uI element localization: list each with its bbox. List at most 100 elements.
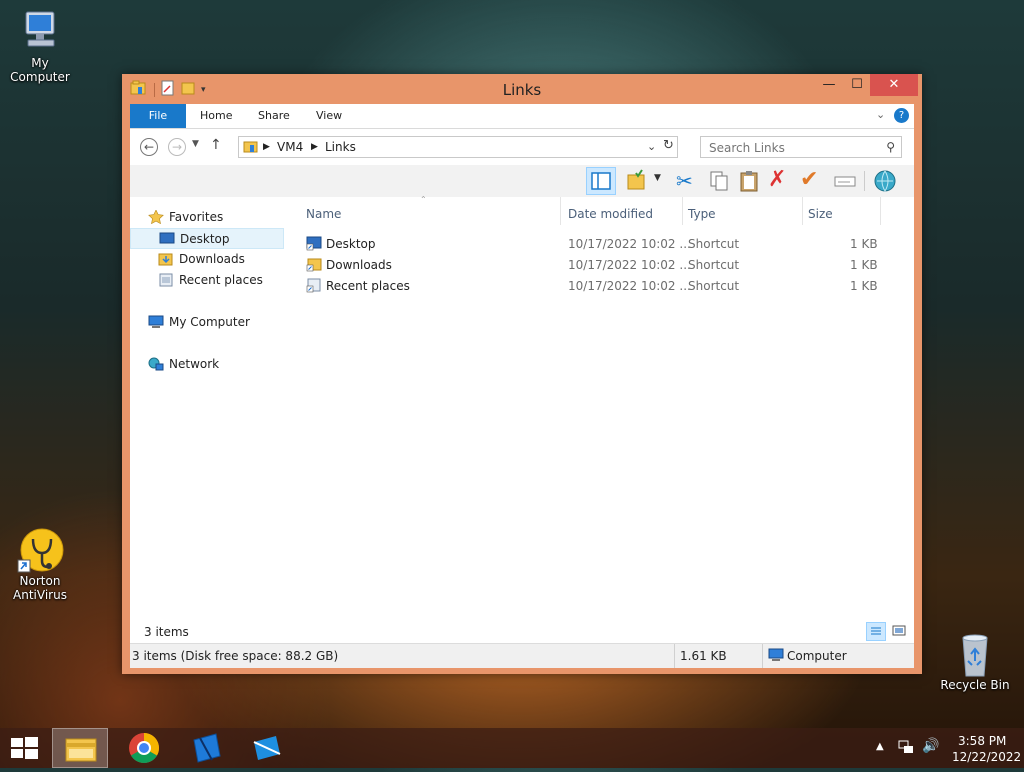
file-explorer-icon bbox=[65, 738, 97, 762]
taskbar-roblox-studio[interactable] bbox=[178, 728, 234, 768]
nav-network[interactable]: Network bbox=[148, 354, 219, 374]
ribbon-tabs: File Home Share View ⌄ ? bbox=[130, 104, 914, 129]
column-header-date[interactable]: Date modified bbox=[568, 203, 653, 225]
delete-x-icon: ✗ bbox=[768, 167, 787, 192]
scissors-icon: ✂ bbox=[676, 169, 693, 193]
system-tray: ▲ 🔊 3:58 PM 12/22/2022 bbox=[870, 728, 1024, 768]
rename-button[interactable]: ✔ bbox=[800, 169, 826, 193]
maximize-button[interactable]: ☐ bbox=[842, 74, 872, 96]
breadcrumb-links[interactable]: Links bbox=[325, 140, 356, 154]
nav-desktop[interactable]: Desktop bbox=[130, 228, 284, 249]
address-dropdown-chevron-icon[interactable]: ⌄ bbox=[647, 140, 656, 153]
file-date: 10/17/2022 10:02 ... bbox=[568, 237, 691, 251]
title-bar[interactable]: ▾ Links — ☐ ✕ bbox=[122, 74, 922, 104]
desktop-icon-label: Norton AntiVirus bbox=[13, 574, 67, 602]
breadcrumb-separator-icon[interactable]: ▶ bbox=[311, 142, 318, 152]
nav-favorites[interactable]: Favorites bbox=[148, 207, 223, 227]
network-status-icon[interactable] bbox=[898, 740, 914, 757]
command-toolbar: ▼ ✂ ✗ ✔ bbox=[130, 165, 914, 198]
start-button[interactable] bbox=[0, 728, 48, 768]
nav-downloads-label: Downloads bbox=[179, 252, 245, 266]
status-computer-icon bbox=[768, 648, 784, 665]
table-row[interactable]: Recent places 10/17/2022 10:02 ... Short… bbox=[300, 276, 890, 297]
windows-logo-icon bbox=[11, 737, 38, 759]
item-count-bar: 3 items bbox=[130, 621, 914, 643]
column-header-type[interactable]: Type bbox=[688, 203, 716, 225]
taskbar-file-explorer[interactable] bbox=[52, 728, 108, 768]
minimize-button[interactable]: — bbox=[814, 74, 844, 96]
address-bar-row: ← → ▼ ↑ ▶ VM4 ▶ Links ⌄ ↻ ⚲ bbox=[130, 129, 914, 165]
nav-my-computer[interactable]: My Computer bbox=[148, 312, 250, 332]
show-hidden-icons-chevron-icon[interactable]: ▲ bbox=[876, 741, 884, 752]
recent-locations-chevron-icon[interactable]: ▼ bbox=[192, 139, 199, 149]
nav-favorites-label: Favorites bbox=[169, 210, 224, 224]
nav-recent-places[interactable]: Recent places bbox=[158, 270, 263, 290]
forward-button[interactable]: → bbox=[168, 138, 186, 156]
file-size: 1 KB bbox=[850, 279, 878, 293]
copy-icon bbox=[710, 171, 728, 191]
computer-icon bbox=[16, 10, 64, 54]
location-folder-icon bbox=[243, 139, 259, 157]
clock-date[interactable]: 12/22/2022 bbox=[952, 750, 1021, 764]
clock-time[interactable]: 3:58 PM bbox=[958, 734, 1006, 748]
column-header-size[interactable]: Size bbox=[808, 203, 833, 225]
search-input[interactable] bbox=[707, 140, 881, 156]
table-row[interactable]: Downloads 10/17/2022 10:02 ... Shortcut … bbox=[300, 255, 890, 276]
nav-downloads[interactable]: Downloads bbox=[158, 249, 245, 269]
file-type: Shortcut bbox=[688, 237, 740, 251]
address-input[interactable]: ▶ VM4 ▶ Links ⌄ ↻ bbox=[238, 136, 678, 158]
nav-computer-label: My Computer bbox=[169, 315, 250, 329]
tab-view[interactable]: View bbox=[302, 104, 356, 128]
help-icon[interactable]: ? bbox=[894, 108, 909, 123]
file-name: Desktop bbox=[326, 237, 376, 251]
status-location: Computer bbox=[787, 649, 847, 663]
tab-home[interactable]: Home bbox=[186, 104, 246, 128]
up-arrow-icon: ↑ bbox=[210, 137, 222, 153]
clipboard-icon bbox=[740, 171, 758, 192]
status-size: 1.61 KB bbox=[680, 649, 727, 663]
globe-icon bbox=[874, 170, 896, 192]
tab-share[interactable]: Share bbox=[244, 104, 304, 128]
delete-button[interactable]: ✗ bbox=[768, 169, 794, 193]
search-icon[interactable]: ⚲ bbox=[886, 140, 895, 154]
item-count: 3 items bbox=[144, 625, 189, 639]
taskbar-roblox[interactable] bbox=[238, 728, 294, 768]
select-button[interactable] bbox=[832, 169, 858, 193]
navigation-pane: Favorites Desktop Downloads Recent place… bbox=[130, 197, 290, 643]
open-folder-button[interactable] bbox=[624, 169, 650, 193]
column-header-name[interactable]: Name bbox=[306, 203, 341, 225]
paste-button[interactable] bbox=[736, 169, 762, 193]
file-date: 10/17/2022 10:02 ... bbox=[568, 279, 691, 293]
desktop-icon-my-computer[interactable]: My Computer bbox=[0, 10, 80, 84]
back-button[interactable]: ← bbox=[140, 138, 158, 156]
large-icons-view-button[interactable] bbox=[890, 622, 910, 641]
roblox-icon bbox=[253, 736, 281, 760]
up-button[interactable]: ↑ bbox=[210, 137, 222, 153]
view-options-chevron-icon[interactable]: ▼ bbox=[654, 173, 661, 183]
volume-icon[interactable]: 🔊 bbox=[922, 738, 939, 754]
taskbar-chrome[interactable] bbox=[116, 728, 172, 768]
file-name: Downloads bbox=[326, 258, 392, 272]
cut-button[interactable]: ✂ bbox=[676, 169, 702, 193]
status-bar: 3 items (Disk free space: 88.2 GB) 1.61 … bbox=[130, 643, 914, 668]
details-view-button[interactable] bbox=[866, 622, 886, 641]
desktop-shortcut-icon bbox=[306, 236, 322, 251]
desktop-icon-norton[interactable]: Norton AntiVirus bbox=[0, 528, 80, 602]
star-icon bbox=[148, 208, 164, 224]
desktop-icon-recycle-bin[interactable]: Recycle Bin bbox=[935, 632, 1015, 692]
close-button[interactable]: ✕ bbox=[870, 74, 918, 96]
refresh-icon[interactable]: ↻ bbox=[663, 138, 674, 153]
breadcrumb-vm4[interactable]: VM4 bbox=[277, 140, 303, 154]
breadcrumb-separator-icon[interactable]: ▶ bbox=[263, 142, 270, 152]
search-box[interactable]: ⚲ bbox=[700, 136, 902, 158]
desktop-icon bbox=[159, 232, 175, 246]
copy-button[interactable] bbox=[706, 169, 732, 193]
globe-button[interactable] bbox=[872, 169, 898, 193]
back-arrow-icon: ← bbox=[143, 140, 155, 154]
tab-file[interactable]: File bbox=[130, 104, 186, 128]
expand-ribbon-chevron-icon[interactable]: ⌄ bbox=[876, 108, 885, 121]
table-row[interactable]: Desktop 10/17/2022 10:02 ... Shortcut 1 … bbox=[300, 234, 890, 255]
preview-pane-button[interactable] bbox=[586, 167, 616, 195]
file-list: ⌃ Name Date modified Type Size Desktop 1… bbox=[300, 195, 914, 643]
network-icon bbox=[148, 357, 164, 371]
